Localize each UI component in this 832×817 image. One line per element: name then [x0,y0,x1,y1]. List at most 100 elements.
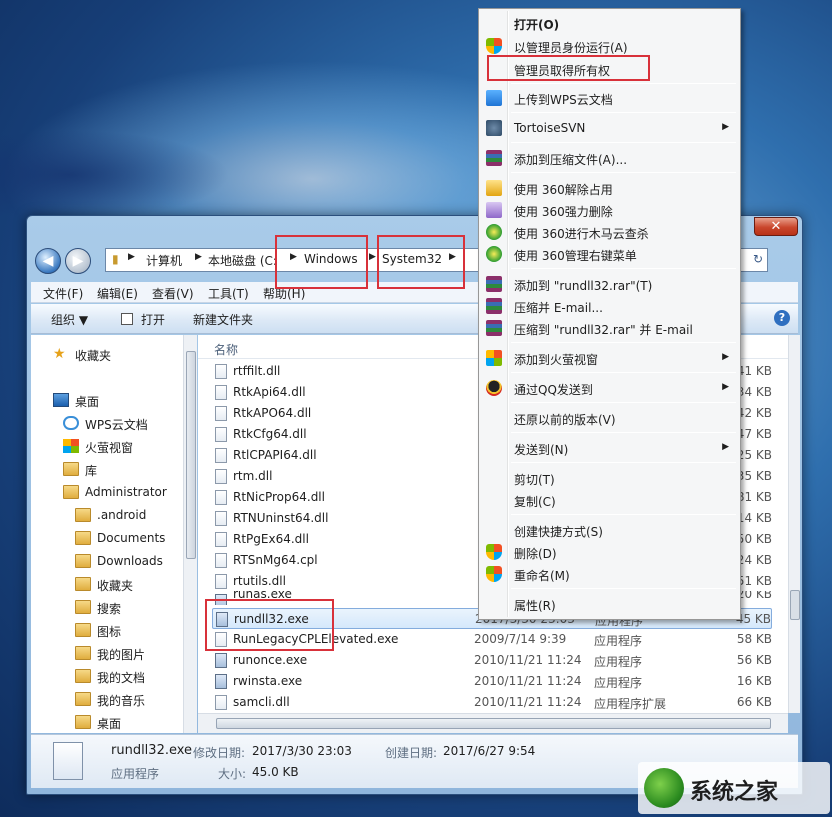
menu-item-properties[interactable]: 属性(R) [481,593,739,615]
file-row[interactable]: samcli.dll 2010/11/21 11:24 应用程序扩展 66 KB [212,692,772,713]
details-type: 应用程序 [111,767,160,781]
menu-item-upload-wps[interactable]: 上传到WPS云文档 [481,87,739,109]
file-row[interactable]: rwinsta.exe 2010/11/21 11:24 应用程序 16 KB [212,671,772,692]
winrar-icon [486,150,502,166]
menu-item-add-to-huoying[interactable]: 添加到火萤视窗 ▶ [481,347,739,369]
chevron-right-icon: ▶ [449,252,456,262]
qq-icon [486,380,502,396]
folder-icon [75,531,91,545]
organize-button[interactable]: 组织 ▼ [51,311,88,328]
forward-button[interactable]: ▶ [65,248,91,274]
wps-cloud-icon [486,90,502,106]
file-list-horizontal-scrollbar[interactable] [198,713,788,733]
chevron-right-icon: ▶ [369,252,376,262]
crumb-local-disk[interactable]: 本地磁盘 (C: [208,252,277,269]
shield-icon [486,38,502,54]
submenu-arrow-icon: ▶ [722,382,729,392]
crumb-system32[interactable]: System32 [382,252,442,266]
menu-item-take-ownership[interactable]: 管理员取得所有权 [481,58,739,80]
star-icon: ★ [53,346,66,362]
file-icon [215,574,227,589]
menu-item-compress-to-rar-email[interactable]: 压缩到 "rundll32.rar" 并 E-mail [481,317,739,339]
menu-item-add-to-archive[interactable]: 添加到压缩文件(A)... [481,147,739,169]
submenu-arrow-icon: ▶ [722,442,729,452]
menu-edit[interactable]: 编辑(E) [97,285,138,302]
details-size-value: 45.0 KB [252,765,299,779]
folder-icon [75,554,91,568]
menu-separator [511,372,736,373]
user-folder-icon [63,485,79,499]
menu-item-360-menu[interactable]: 使用 360管理右键菜单 [481,243,739,265]
column-name[interactable]: 名称 [214,341,238,358]
menu-item-rename[interactable]: 重命名(M) [481,563,739,585]
exe-icon [215,594,227,605]
menu-item-open[interactable]: 打开(O) [481,12,739,34]
crumb-windows[interactable]: Windows [304,252,358,266]
help-icon[interactable]: ? [774,310,790,326]
menu-item-compress-email[interactable]: 压缩并 E-mail... [481,295,739,317]
context-menu: 打开(O) 以管理员身份运行(A) 管理员取得所有权 上传到WPS云文档 Tor… [478,8,741,620]
menu-item-create-shortcut[interactable]: 创建快捷方式(S) [481,519,739,541]
back-button[interactable]: ◀ [35,248,61,274]
window-close-button[interactable]: ✕ [754,217,798,236]
menu-tools[interactable]: 工具(T) [208,285,249,302]
shred-360-icon [486,202,502,218]
file-icon [215,385,227,400]
file-row[interactable]: RunLegacyCPLElevated.exe 2009/7/14 9:39 应用… [212,629,772,650]
scrollbar-thumb[interactable] [790,590,800,620]
folder-icon [75,646,91,660]
scrollbar-thumb[interactable] [186,351,196,559]
exe-icon [215,653,227,668]
menu-separator [511,588,736,589]
details-modified-label: 修改日期: [193,746,246,760]
crumb-computer[interactable]: 计算机 [146,252,182,269]
file-icon [215,427,227,442]
menu-item-cut[interactable]: 剪切(T) [481,467,739,489]
menu-item-send-via-qq[interactable]: 通过QQ发送到 ▶ [481,377,739,399]
file-icon [215,490,227,505]
shield-icon [486,544,502,560]
scan-360-icon [486,224,502,240]
menu-separator [511,402,736,403]
scrollbar-thumb[interactable] [216,718,771,729]
refresh-icon[interactable]: ↻ [753,252,763,266]
tortoise-icon [486,120,502,136]
winrar-icon [486,320,502,336]
menu-file[interactable]: 文件(F) [43,285,83,302]
windows-logo-icon [63,439,79,453]
folder-icon [75,692,91,706]
desktop-icon [53,393,69,407]
nav-pane-scrollbar[interactable] [183,335,197,733]
menu-item-add-to-rar[interactable]: 添加到 "rundll32.rar"(T) [481,273,739,295]
menu-item-360-scan[interactable]: 使用 360进行木马云查杀 [481,221,739,243]
submenu-arrow-icon: ▶ [722,352,729,362]
menu-help[interactable]: 帮助(H) [263,285,305,302]
chevron-right-icon: ▶ [290,252,297,262]
menu-separator [511,172,736,173]
menu-item-restore-previous[interactable]: 还原以前的版本(V) [481,407,739,429]
exe-icon [216,612,228,627]
menu-item-360-shred[interactable]: 使用 360强力删除 [481,199,739,221]
winrar-icon [486,276,502,292]
menu-item-run-as-admin[interactable]: 以管理员身份运行(A) [481,35,739,57]
new-folder-button[interactable]: 新建文件夹 [193,311,253,328]
menu-item-360-unlock[interactable]: 使用 360解除占用 [481,177,739,199]
site-logo-icon [644,768,684,808]
file-list-vertical-scrollbar[interactable] [788,335,800,713]
menu-view[interactable]: 查看(V) [152,285,194,302]
file-icon [215,553,227,568]
file-icon [215,406,227,421]
watermark-logo: 系统之家 [638,762,830,814]
menu-item-delete[interactable]: 删除(D) [481,541,739,563]
menu-item-tortoisesvn[interactable]: TortoiseSVN ▶ [481,117,739,139]
open-button[interactable]: 打开 [141,311,165,328]
menu-item-copy[interactable]: 复制(C) [481,489,739,511]
file-icon [215,448,227,463]
menu-separator [511,112,736,113]
menu-item-send-to[interactable]: 发送到(N) ▶ [481,437,739,459]
file-row[interactable]: runonce.exe 2010/11/21 11:24 应用程序 56 KB [212,650,772,671]
folder-icon [75,623,91,637]
menu-separator [511,142,736,143]
watermark-text: 系统之家 [690,780,779,805]
unlock-360-icon [486,180,502,196]
